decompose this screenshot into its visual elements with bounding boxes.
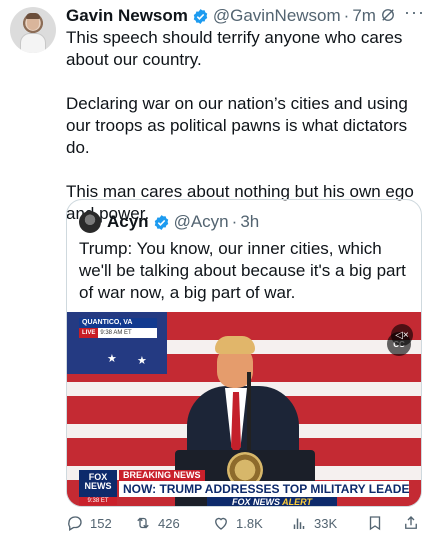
verified-badge-icon bbox=[154, 214, 168, 230]
ticker-brand: FOX NEWS bbox=[231, 497, 280, 507]
quoted-tweet[interactable]: Acyn @Acyn · 3h Trump: You know, our inn… bbox=[66, 199, 422, 507]
tweet-paragraph: Declaring war on our nation’s cities and… bbox=[66, 94, 408, 157]
bookmark-button[interactable] bbox=[366, 514, 390, 532]
location-tag: QUANTICO, VA LIVE 9:38 AM ET bbox=[79, 318, 157, 338]
author-name[interactable]: Gavin Newsom bbox=[66, 6, 188, 26]
repost-button[interactable]: 426 bbox=[134, 514, 180, 532]
live-time: 9:38 AM ET bbox=[100, 330, 132, 336]
live-label: LIVE bbox=[79, 328, 99, 338]
share-icon bbox=[405, 516, 417, 529]
star-icon: ★ bbox=[107, 353, 117, 365]
location-label: QUANTICO, VA bbox=[79, 318, 157, 328]
separator-dot: · bbox=[231, 212, 238, 231]
mute-icon[interactable]: ◁× bbox=[391, 324, 413, 346]
separator-dot: · bbox=[343, 6, 350, 25]
star-icon: ★ bbox=[137, 355, 147, 367]
views-button[interactable]: 33K bbox=[290, 514, 337, 532]
quote-time[interactable]: 3h bbox=[240, 212, 259, 232]
breaking-label: BREAKING NEWS bbox=[119, 470, 205, 481]
author-avatar[interactable] bbox=[10, 7, 56, 53]
news-lower-third: FOX NEWS 9:38 ET BREAKING NEWS NOW: TRUM… bbox=[67, 466, 421, 507]
like-count: 1.8K bbox=[236, 515, 263, 531]
repost-icon bbox=[137, 517, 149, 529]
author-handle[interactable]: @GavinNewsom bbox=[213, 6, 341, 26]
quote-avatar[interactable] bbox=[79, 211, 101, 233]
ticker: FOX NEWS ALERT bbox=[207, 497, 337, 507]
like-icon bbox=[215, 517, 227, 530]
headline: NOW: TRUMP ADDRESSES TOP MILITARY LEADER… bbox=[119, 481, 409, 497]
quote-header: Acyn @Acyn · 3h bbox=[79, 211, 259, 233]
repost-count: 426 bbox=[158, 515, 180, 531]
avatar-shirt bbox=[20, 33, 46, 53]
network-time: 9:38 ET bbox=[79, 497, 117, 505]
verified-badge-icon bbox=[193, 8, 208, 24]
reply-button[interactable]: 152 bbox=[66, 514, 112, 532]
quote-handle[interactable]: @Acyn bbox=[174, 212, 229, 232]
action-bar: 152 426 1.8K 33K bbox=[66, 512, 422, 534]
bookmark-icon bbox=[369, 516, 381, 531]
tweet-time[interactable]: 7m bbox=[352, 6, 376, 26]
grok-icon[interactable] bbox=[379, 6, 397, 24]
microphone bbox=[247, 372, 251, 462]
speaker-hair bbox=[215, 336, 255, 354]
views-icon bbox=[293, 518, 305, 529]
network-logo-bottom: NEWS bbox=[84, 481, 112, 491]
reply-icon bbox=[68, 516, 82, 531]
video-player[interactable]: ★ ★ QUANTICO, VA LIVE 9:38 AM ET CC FOX … bbox=[67, 312, 421, 507]
tweet-paragraph: This speech should terrify anyone who ca… bbox=[66, 28, 403, 69]
like-button[interactable]: 1.8K bbox=[212, 514, 263, 532]
share-button[interactable] bbox=[402, 514, 426, 532]
ticker-alert: ALERT bbox=[282, 497, 313, 507]
avatar-hair bbox=[26, 13, 40, 19]
quote-author-name[interactable]: Acyn bbox=[107, 212, 149, 232]
more-icon[interactable]: ··· bbox=[404, 2, 425, 23]
live-indicator: LIVE 9:38 AM ET bbox=[79, 328, 157, 338]
views-count: 33K bbox=[314, 515, 338, 531]
reply-count: 152 bbox=[90, 515, 112, 531]
tweet-header: Gavin Newsom @GavinNewsom · 7m bbox=[66, 5, 421, 27]
quote-text: Trump: You know, our inner cities, which… bbox=[79, 239, 406, 302]
